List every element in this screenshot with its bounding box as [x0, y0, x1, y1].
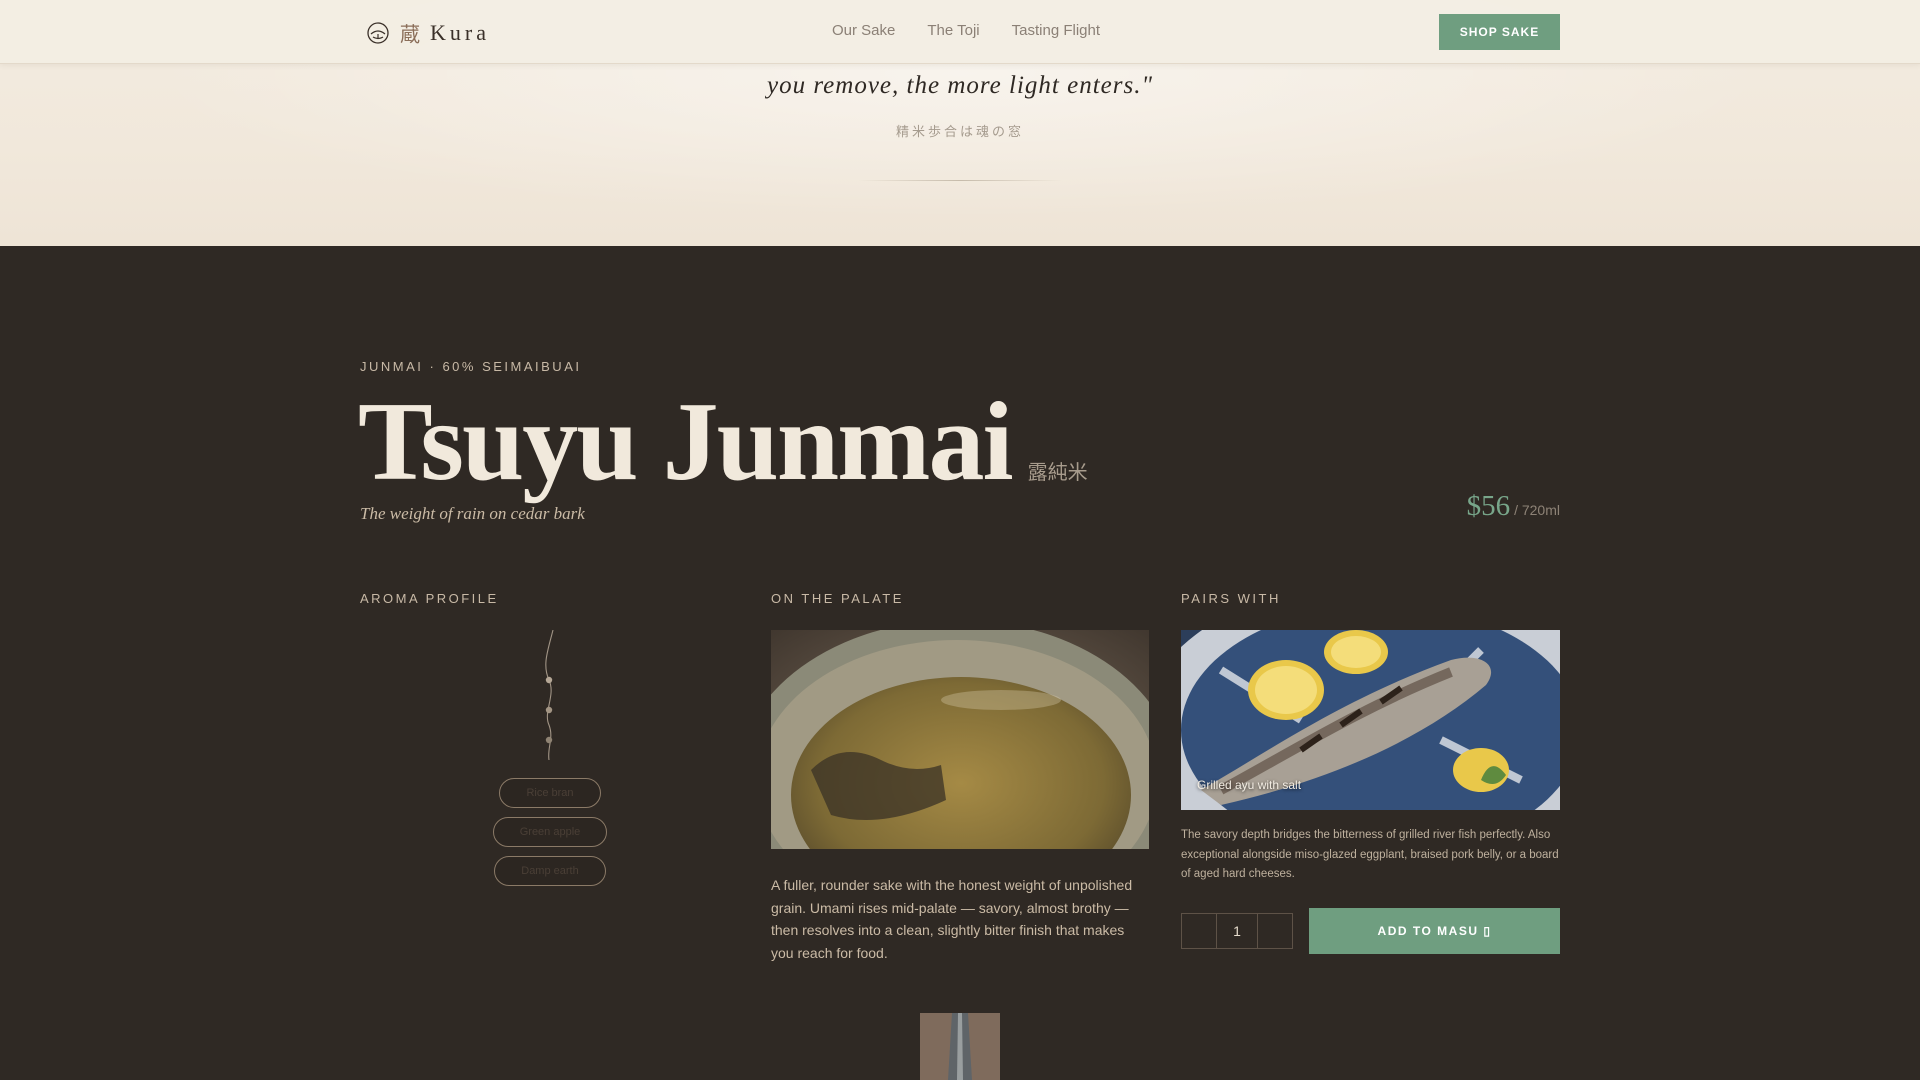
product-kicker: JUNMAI · 60% SEIMAIBUAI: [360, 359, 582, 374]
nav-our-sake[interactable]: Our Sake: [832, 22, 895, 39]
price-unit: / 720ml: [1514, 502, 1560, 518]
main-nav: Our Sake The Toji Tasting Flight: [832, 22, 1100, 39]
brand-kanji: 蔵: [400, 22, 420, 46]
divider: [858, 180, 1062, 181]
aroma-tags: Rice bran Green apple Damp earth: [452, 778, 648, 886]
quote-text: you remove, the more light enters.": [767, 72, 1153, 99]
pairing-description: The savory depth bridges the bitterness …: [1181, 829, 1559, 880]
product-title-japanese: 露純米: [1027, 460, 1088, 484]
product-section: JUNMAI · 60% SEIMAIBUAI Tsuyu Junmai 露純米…: [0, 246, 1920, 1080]
aroma-tag[interactable]: Damp earth: [494, 856, 606, 886]
palate-label: ON THE PALATE: [771, 591, 904, 606]
product-tagline: The weight of rain on cedar bark: [360, 504, 585, 523]
price-amount: $56: [1466, 490, 1511, 522]
top-navigation: 蔵 Kura Our Sake The Toji Tasting Flight …: [0, 0, 1920, 64]
pairing-caption: Grilled ayu with salt: [1197, 778, 1302, 792]
quote-japanese: 精米歩合は魂の窓: [895, 125, 1024, 140]
grilled-fish-image: Grilled ayu with salt: [1181, 630, 1560, 810]
aroma-tag[interactable]: Rice bran: [499, 778, 601, 808]
nav-the-toji[interactable]: The Toji: [927, 22, 979, 39]
product-title: Tsuyu Junmai: [358, 380, 1014, 504]
brand-logo-link[interactable]: 蔵 Kura: [366, 18, 490, 47]
sake-cup-image: [771, 630, 1149, 849]
shop-sake-button[interactable]: SHOP SAKE: [1439, 14, 1560, 50]
nav-tasting-flight[interactable]: Tasting Flight: [1012, 22, 1100, 39]
quantity-value[interactable]: 1: [1217, 913, 1257, 949]
sake-cup-logo-icon: [367, 21, 389, 44]
price: $56 / 720ml: [1467, 490, 1560, 523]
product-heading: Tsuyu Junmai 露純米: [358, 378, 1088, 507]
add-to-masu-button[interactable]: ADD TO MASU ▯: [1309, 908, 1560, 954]
decrease-quantity-button[interactable]: [1181, 913, 1217, 949]
aroma-tag[interactable]: Green apple: [492, 817, 608, 847]
aroma-vapor-icon: [545, 630, 554, 760]
aroma-label: AROMA PROFILE: [360, 591, 499, 606]
increase-quantity-button[interactable]: [1257, 913, 1293, 949]
pairs-label: PAIRS WITH: [1181, 591, 1281, 606]
palate-description: A fuller, rounder sake with the honest w…: [771, 877, 1133, 961]
quantity-stepper: 1: [1181, 913, 1293, 949]
brand-name: Kura: [430, 19, 490, 45]
sake-bottle-image: [920, 1013, 1000, 1080]
